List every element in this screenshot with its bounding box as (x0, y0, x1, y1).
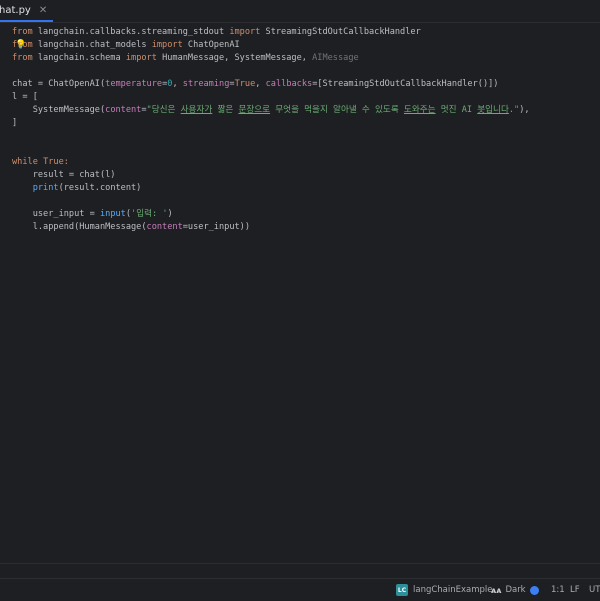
code-token: content (105, 105, 142, 115)
code-line[interactable]: SystemMessage(content="당신은 사용자가 짧은 문장으로 … (12, 104, 530, 117)
code-token: 사용자가 (180, 105, 213, 115)
status-indicator[interactable] (530, 579, 539, 601)
code-token: True (234, 79, 256, 89)
code-line[interactable]: result = chat(l) (12, 169, 530, 182)
code-token: 도와주는 (403, 105, 436, 115)
project-badge-icon: LC (396, 584, 408, 596)
code-line[interactable]: from langchain.chat_models import ChatOp… (12, 39, 530, 52)
code-token: langchain.chat_models (32, 40, 152, 50)
code-token: content (146, 222, 183, 232)
code-token: callbacks (265, 79, 313, 89)
code-line[interactable]: user_input = input('입력: ') (12, 208, 530, 221)
close-icon[interactable]: ✕ (39, 5, 47, 16)
cursor-position[interactable]: 1:1 (551, 579, 565, 601)
code-token: ) (167, 209, 173, 219)
code-line[interactable]: print(result.content) (12, 182, 530, 195)
line-ending[interactable]: LF (570, 579, 580, 601)
code-token: import (125, 53, 157, 63)
code-token: temperature (105, 79, 163, 89)
code-token: ), (519, 105, 530, 115)
code-token: , (255, 79, 266, 89)
code-token: while (12, 157, 38, 167)
code-line[interactable]: from langchain.callbacks.streaming_stdou… (12, 26, 530, 39)
code-token: : (63, 157, 69, 167)
code-token: 봇입니다 (477, 105, 509, 115)
divider (0, 563, 600, 564)
line-ending-label: LF (570, 585, 580, 595)
theme-icon: ᴀᴀ (491, 585, 502, 595)
code-token: =[StreamingStdOutCallbackHandler()]) (312, 79, 499, 89)
code-line[interactable] (12, 130, 530, 143)
code-line[interactable] (12, 65, 530, 78)
status-bar: LC langChainExample ᴀᴀ Dark 1:1 LF UT (0, 578, 600, 601)
code-token: =user_input)) (182, 222, 251, 232)
code-token: langchain.callbacks.streaming_stdout (32, 27, 230, 37)
code-token: input (99, 209, 126, 219)
code-token: from (12, 53, 33, 63)
code-token: HumanMessage, SystemMessage, (156, 53, 313, 63)
code-token: import (151, 40, 183, 50)
code-token: user_input = (12, 209, 100, 219)
code-line[interactable] (12, 195, 530, 208)
code-line[interactable]: ] (12, 117, 530, 130)
code-token: ." (508, 105, 520, 115)
code-token: "당신은 (146, 105, 181, 115)
code-token: True (43, 157, 64, 167)
status-dot-icon (530, 585, 539, 595)
editor-tab-bar: hat.py ✕ (0, 0, 600, 23)
code-token: from (12, 27, 33, 37)
code-token: 문장으로 (238, 105, 271, 115)
cursor-position-label: 1:1 (551, 585, 565, 595)
project-name: langChainExample (413, 585, 493, 595)
code-token: StreamingStdOutCallbackHandler (260, 27, 421, 37)
code-token: print (32, 183, 59, 193)
code-line[interactable]: while True: (12, 156, 530, 169)
code-token: l = [ (12, 92, 38, 102)
code-token: AIMessage (312, 53, 359, 63)
code-editor[interactable]: 💡 from langchain.callbacks.streaming_std… (0, 23, 600, 576)
code-token: , (172, 79, 183, 89)
code-token: '입력: ' (131, 209, 168, 219)
code-token: 멋진 AI (435, 105, 478, 115)
encoding-label: UT (589, 585, 600, 595)
theme-widget[interactable]: ᴀᴀ Dark (491, 579, 526, 601)
code-token: langchain.schema (32, 53, 126, 63)
code-line[interactable]: l.append(HumanMessage(content=user_input… (12, 221, 530, 234)
code-token: (result.content) (58, 183, 142, 193)
code-token: from (12, 40, 33, 50)
code-token: ChatOpenAI (182, 40, 240, 50)
project-widget[interactable]: LC langChainExample (396, 579, 493, 601)
file-tab[interactable]: hat.py ✕ (0, 0, 54, 22)
code-token: l.append(HumanMessage( (12, 222, 147, 232)
code-line[interactable]: l = [ (12, 91, 530, 104)
code-token: import (229, 27, 261, 37)
code-line[interactable] (12, 143, 530, 156)
code-token: SystemMessage( (12, 105, 106, 115)
code-line[interactable]: from langchain.schema import HumanMessag… (12, 52, 530, 65)
theme-label: Dark (505, 585, 526, 595)
code-area[interactable]: from langchain.callbacks.streaming_stdou… (12, 26, 530, 234)
code-token: chat = ChatOpenAI( (12, 79, 106, 89)
code-line[interactable]: chat = ChatOpenAI(temperature=0, streami… (12, 78, 530, 91)
code-token: ] (12, 118, 18, 128)
file-tab-label: hat.py (0, 4, 31, 16)
code-token: 짧은 (212, 105, 239, 115)
code-token: 무엇을 먹을지 알아낼 수 있도록 (270, 105, 404, 115)
code-token: result = chat(l) (12, 170, 116, 180)
code-token: streaming (182, 79, 230, 89)
encoding[interactable]: UT (589, 579, 600, 601)
